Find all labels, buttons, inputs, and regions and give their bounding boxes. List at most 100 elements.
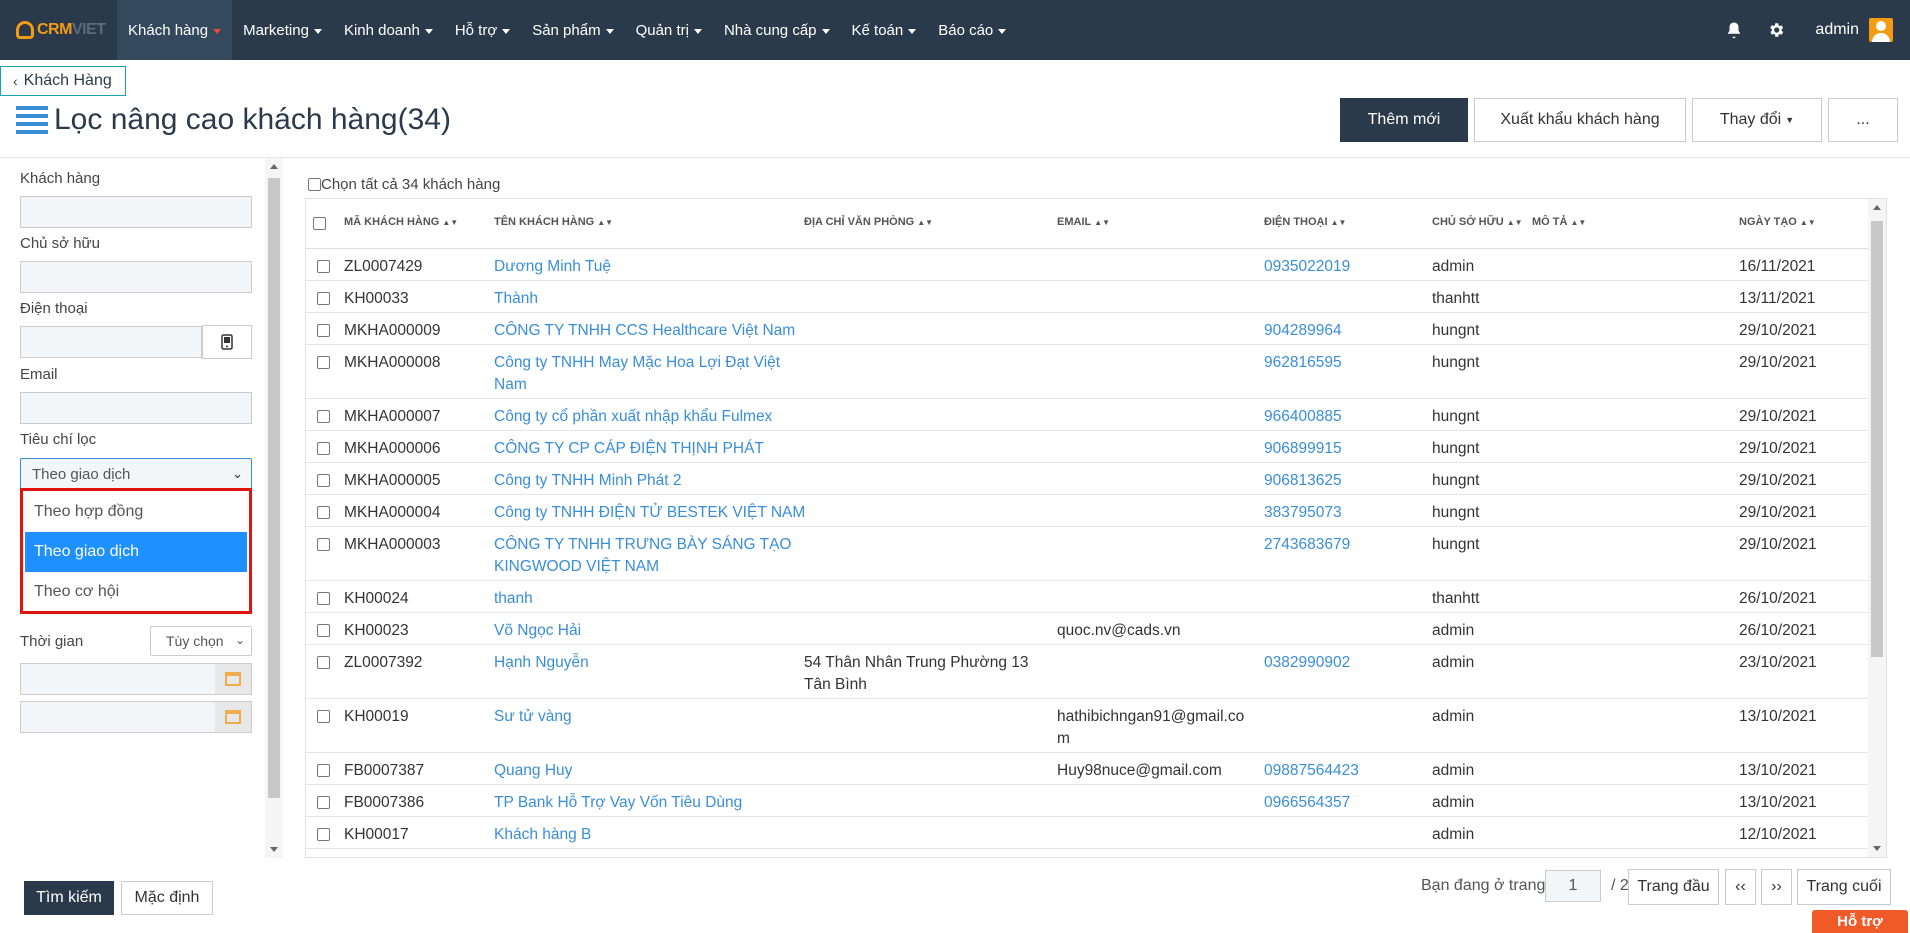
calendar-icon[interactable] — [215, 664, 251, 694]
col-email[interactable]: EMAIL ▲▼ — [1057, 216, 1110, 228]
row-checkbox[interactable] — [317, 624, 330, 637]
row-checkbox[interactable] — [317, 538, 330, 551]
cell-phone[interactable]: 906813625 — [1264, 470, 1342, 492]
next-page-button[interactable]: ›› — [1761, 869, 1792, 905]
search-button[interactable]: Tìm kiếm — [24, 881, 114, 915]
cell-phone[interactable]: 0966564357 — [1264, 792, 1350, 814]
cell-name[interactable]: Khách hàng B — [494, 824, 591, 846]
criteria-select[interactable]: Theo giao dịch ⌄ — [20, 458, 252, 490]
cell-name[interactable]: Thành — [494, 288, 538, 310]
menu-ho-tro[interactable]: Hỗ trợ — [444, 0, 521, 60]
menu-marketing[interactable]: Marketing — [232, 0, 333, 60]
option-theo-co-hoi[interactable]: Theo cơ hội — [25, 572, 247, 612]
row-checkbox[interactable] — [317, 656, 330, 669]
cell-name[interactable]: Công ty cổ phần xuất nhập khẩu Fulmex — [494, 406, 772, 428]
cell-phone[interactable]: 962816595 — [1264, 352, 1342, 374]
crm-logo[interactable]: CRM VIET — [0, 0, 117, 60]
cell-name[interactable]: Công ty TNHH May Mặc Hoa Lợi Đạt Việt Nam — [494, 352, 780, 396]
row-checkbox[interactable] — [317, 442, 330, 455]
scroll-up-icon[interactable] — [1873, 205, 1881, 210]
col-mo-ta[interactable]: MÔ TẢ ▲▼ — [1532, 216, 1586, 228]
cell-name[interactable]: CÔNG TY CP CÁP ĐIỆN THỊNH PHÁT — [494, 438, 764, 460]
col-dien-thoai[interactable]: ĐIỆN THOẠI ▲▼ — [1264, 216, 1346, 228]
cell-name[interactable]: CÔNG TY TNHH TRƯNG BÀY SÁNG TẠO KINGWOOD … — [494, 534, 791, 578]
cell-phone[interactable]: 0382990902 — [1264, 652, 1350, 674]
col-ngay-tao[interactable]: NGÀY TẠO ▲▼ — [1739, 216, 1816, 228]
table-scrollbar[interactable] — [1868, 199, 1886, 857]
first-page-button[interactable]: Trang đầu — [1628, 869, 1719, 905]
menu-khach-hang[interactable]: Khách hàng — [117, 0, 233, 60]
calendar-icon[interactable] — [215, 702, 251, 732]
cell-phone[interactable]: 906899915 — [1264, 438, 1342, 460]
page-number-input[interactable]: 1 — [1545, 870, 1601, 902]
phone-input[interactable] — [20, 326, 202, 358]
table-row[interactable]: MKHA000007 Công ty cổ phần xuất nhập khẩu… — [306, 399, 1882, 431]
bell-icon[interactable] — [1725, 21, 1743, 39]
select-all[interactable]: Chọn tất cả 34 khách hàng — [308, 176, 500, 193]
option-theo-hop-dong[interactable]: Theo hợp đồng — [25, 492, 247, 532]
gear-icon[interactable] — [1767, 21, 1785, 39]
cell-name[interactable]: Dương Minh Tuệ — [494, 256, 611, 278]
add-new-button[interactable]: Thêm mới — [1340, 98, 1468, 142]
menu-ke-toan[interactable]: Kế toán — [841, 0, 928, 60]
table-row[interactable]: KH00019 Sư tử vàng hathibichngan91@gmail.c… — [306, 699, 1882, 753]
table-row[interactable]: FB0007387 Quang Huy Huy98nuce@gmail.com 098… — [306, 753, 1882, 785]
cell-phone[interactable]: 966400885 — [1264, 406, 1342, 428]
help-button[interactable]: Hỗ trợ — [1812, 910, 1908, 933]
select-all-checkbox[interactable] — [308, 178, 321, 191]
menu-nha-cung-cap[interactable]: Nhà cung cấp — [713, 0, 841, 60]
row-checkbox[interactable] — [317, 410, 330, 423]
table-row[interactable]: MKHA000006 CÔNG TY CP CÁP ĐIỆN THỊNH PHÁT… — [306, 431, 1882, 463]
table-row[interactable]: KH00023 Võ Ngọc Hải quoc.nv@cads.vn admin 26… — [306, 613, 1882, 645]
prev-page-button[interactable]: ‹‹ — [1725, 869, 1756, 905]
default-button[interactable]: Mặc định — [121, 881, 213, 915]
option-theo-giao-dich[interactable]: Theo giao dịch — [25, 532, 247, 572]
cell-phone[interactable]: 383795073 — [1264, 502, 1342, 524]
scrollbar-thumb[interactable] — [1871, 221, 1883, 657]
more-button[interactable]: ... — [1828, 98, 1898, 142]
scroll-down-icon[interactable] — [1873, 846, 1881, 851]
row-checkbox[interactable] — [317, 292, 330, 305]
row-checkbox[interactable] — [317, 710, 330, 723]
customer-input[interactable] — [20, 196, 252, 228]
row-checkbox[interactable] — [317, 592, 330, 605]
cell-name[interactable]: TP Bank Hỗ Trợ Vay Vốn Tiêu Dùng — [494, 792, 742, 814]
table-row[interactable]: KH00033 Thành thanhtt 13/11/2021 — [306, 281, 1882, 313]
header-checkbox[interactable] — [313, 217, 326, 230]
row-checkbox[interactable] — [317, 796, 330, 809]
cell-name[interactable]: Quang Huy — [494, 760, 572, 782]
menu-kinh-doanh[interactable]: Kinh doanh — [333, 0, 444, 60]
export-customers-button[interactable]: Xuất khẩu khách hàng — [1474, 98, 1686, 142]
cell-phone[interactable]: 0935022019 — [1264, 256, 1350, 278]
scrollbar-thumb[interactable] — [268, 178, 280, 798]
scroll-up-icon[interactable] — [270, 164, 278, 169]
table-row[interactable]: ZL0007392 Hạnh Nguyễn 54 Thân Nhân Trung P… — [306, 645, 1882, 699]
change-dropdown-button[interactable]: Thay đổi ▼ — [1692, 98, 1822, 142]
row-checkbox[interactable] — [317, 324, 330, 337]
col-ma-khach-hang[interactable]: MÃ KHÁCH HÀNG ▲▼ — [344, 216, 458, 228]
table-row[interactable]: MKHA000009 CÔNG TY TNHH CCS Healthcare Vi… — [306, 313, 1882, 345]
row-checkbox[interactable] — [317, 828, 330, 841]
cell-name[interactable]: thanh — [494, 588, 533, 610]
cell-phone[interactable]: 904289964 — [1264, 320, 1342, 342]
table-row[interactable]: MKHA000003 CÔNG TY TNHH TRƯNG BÀY SÁNG TẠ… — [306, 527, 1882, 581]
scroll-down-icon[interactable] — [270, 847, 278, 852]
mobile-phone-icon[interactable] — [202, 325, 252, 359]
cell-name[interactable]: Hạnh Nguyễn — [494, 652, 589, 674]
table-row[interactable]: KH00017 Khách hàng B admin 12/10/2021 — [306, 817, 1882, 849]
row-checkbox[interactable] — [317, 356, 330, 369]
row-checkbox[interactable] — [317, 506, 330, 519]
date-from-input[interactable] — [20, 663, 252, 695]
table-row[interactable]: FB0007386 TP Bank Hỗ Trợ Vay Vốn Tiêu Dùn… — [306, 785, 1882, 817]
row-checkbox[interactable] — [317, 260, 330, 273]
owner-input[interactable] — [20, 261, 252, 293]
table-row[interactable]: MKHA000008 Công ty TNHH May Mặc Hoa Lợi Đ… — [306, 345, 1882, 399]
cell-phone[interactable]: 09887564423 — [1264, 760, 1359, 782]
table-row[interactable]: ZL0007429 Dương Minh Tuệ 0935022019 admin 16… — [306, 249, 1882, 281]
user-name[interactable]: admin — [1815, 21, 1859, 39]
table-row[interactable]: MKHA000004 Công ty TNHH ĐIỆN TỬ BESTEK VI… — [306, 495, 1882, 527]
menu-san-pham[interactable]: Sản phẩm — [521, 0, 624, 60]
menu-quan-tri[interactable]: Quản trị — [625, 0, 713, 60]
cell-name[interactable]: Công ty TNHH Minh Phát 2 — [494, 470, 682, 492]
row-checkbox[interactable] — [317, 474, 330, 487]
